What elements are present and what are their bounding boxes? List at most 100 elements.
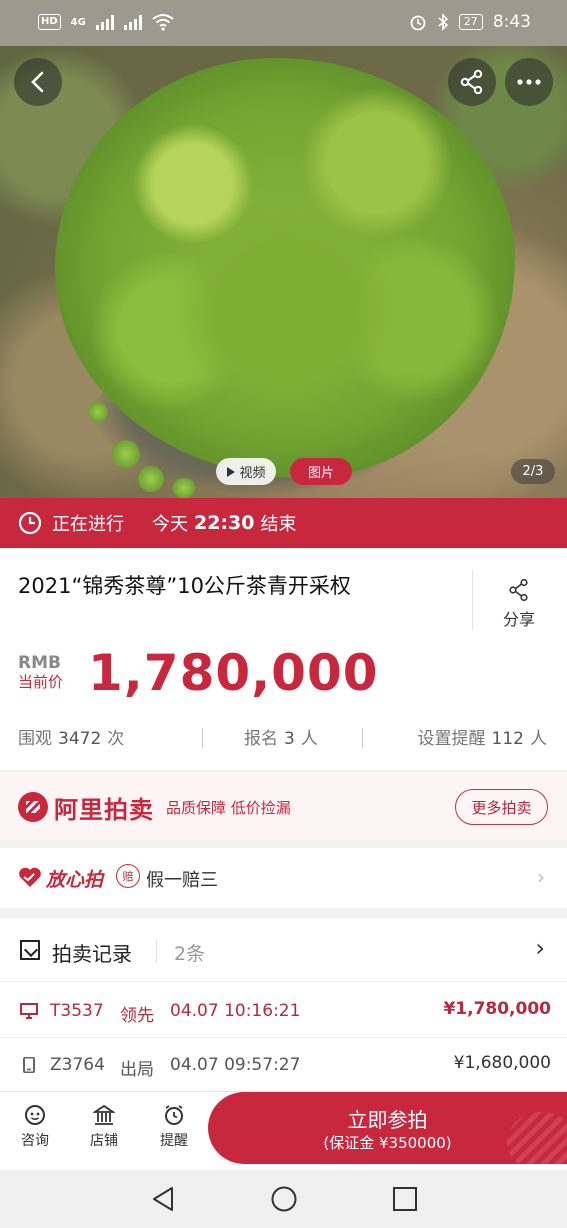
remind-stat[interactable]: 设置提醒 112 人 (418, 724, 547, 749)
consult-tab[interactable]: 咨询 (10, 1104, 60, 1150)
video-label: 视频 (239, 466, 266, 481)
views-value: 3472 (58, 729, 102, 749)
shop-tab[interactable]: 店铺 (79, 1104, 129, 1150)
back-button[interactable] (14, 58, 62, 106)
records-icon (20, 940, 40, 960)
heart-icon (19, 867, 41, 887)
chevron-right-icon: › (535, 934, 545, 962)
network-type: 4G (70, 16, 86, 28)
share-label: 分享 (502, 610, 535, 629)
consult-label: 咨询 (21, 1133, 49, 1149)
nav-home-icon[interactable] (270, 1185, 298, 1213)
divider (202, 728, 203, 748)
more-auctions-button[interactable]: 更多拍卖 (455, 789, 548, 825)
end-time: 22:30 (194, 512, 255, 534)
remind-label: 设置提醒 (417, 729, 486, 749)
ali-auction-tagline: 品质保障 低价捡漏 (166, 799, 291, 817)
price-label-block: RMB 当前价 (18, 654, 63, 692)
signup-label: 报名 (244, 729, 278, 749)
bidder-id: Z3764 (50, 1055, 105, 1075)
remind-tab-label: 提醒 (160, 1133, 188, 1149)
auction-status-bar: 正在进行 今天 22:30 结束 (0, 498, 567, 548)
shop-label: 店铺 (90, 1133, 118, 1149)
ali-auction-banner: 阿里拍卖 品质保障 低价捡漏 更多拍卖 (0, 772, 567, 840)
ali-auction-name: 阿里拍卖 (54, 796, 154, 824)
share-icon (460, 69, 483, 95)
signal-2-icon (123, 14, 142, 30)
shop-icon (93, 1104, 115, 1125)
play-icon (227, 466, 236, 477)
share-icon (509, 578, 528, 602)
auction-status: 正在进行 (52, 514, 124, 535)
video-tab[interactable]: 视频 (216, 458, 276, 485)
alarm-clock-icon (165, 1105, 183, 1125)
signup-value: 3 (284, 729, 295, 749)
guarantee-text: 假一赔三 (146, 870, 218, 891)
remind-unit: 人 (530, 729, 547, 749)
share-button[interactable]: 分享 (490, 578, 548, 630)
hd-icon: HD (38, 14, 61, 30)
bid-time: 04.07 10:16:21 (170, 1001, 301, 1021)
hero-bush (138, 466, 164, 492)
stats-row: 围观 3472 次 报名 3 人 设置提醒 112 人 (0, 724, 567, 754)
item-info-card: 2021“锦秀茶尊”10公斤茶青开采权 分享 RMB 当前价 1,780,000… (0, 548, 567, 770)
nav-back-icon[interactable] (150, 1185, 176, 1213)
bid-state: 领先 (120, 1006, 154, 1026)
record-row: T3537 领先 04.07 10:16:21 ¥1,780,000 (0, 986, 567, 1038)
hero-bush (88, 402, 108, 422)
hero-bush (172, 478, 196, 498)
records-header[interactable]: 拍卖记录 2条 › (0, 918, 567, 982)
signup-unit: 人 (300, 729, 318, 749)
remind-tab[interactable]: 提醒 (149, 1104, 199, 1150)
more-options-button[interactable] (505, 58, 553, 106)
alarm-icon (410, 15, 426, 31)
bluetooth-icon (438, 13, 448, 31)
views-unit: 次 (107, 729, 125, 749)
wifi-icon (152, 14, 174, 31)
bidder-id: T3537 (50, 1001, 104, 1021)
deposit-label: (保证金 ¥350000) (323, 1134, 452, 1152)
divider (362, 728, 363, 748)
guarantee-row[interactable]: 放心拍 赔 假一赔三 › (0, 848, 567, 908)
hero-bush (112, 440, 140, 468)
nav-recents-icon[interactable] (392, 1186, 418, 1212)
back-arrow-icon (31, 71, 44, 93)
item-title: 2021“锦秀茶尊”10公斤茶青开采权 (18, 574, 351, 598)
ali-auction-logo-icon (18, 792, 48, 822)
currency-label: RMB (18, 653, 61, 673)
views-stat: 围观 3472 次 (18, 724, 124, 749)
clock: 8:43 (492, 12, 531, 32)
chat-face-icon (25, 1105, 45, 1125)
guarantee-name: 放心拍 (46, 869, 104, 891)
battery-icon: 27 (458, 14, 483, 30)
divider (156, 940, 157, 962)
mobile-icon (23, 1057, 35, 1073)
more-dots-icon (517, 79, 541, 85)
views-label: 围观 (18, 729, 52, 749)
bid-state: 出局 (120, 1060, 154, 1080)
bid-time: 04.07 09:57:27 (170, 1055, 301, 1075)
status-bar: HD 4G 27 8:43 (0, 0, 567, 46)
record-row: Z3764 出局 04.07 09:57:27 ¥1,680,000 (0, 1040, 567, 1092)
share-top-button[interactable] (448, 58, 496, 106)
photo-tab[interactable]: 图片 (290, 458, 352, 485)
current-price-label: 当前价 (18, 673, 64, 691)
remind-value: 112 (491, 729, 524, 749)
current-price: 1,780,000 (88, 644, 379, 702)
signup-stat: 报名 3 人 (244, 724, 318, 749)
bid-now-label: 立即参拍 (347, 1108, 428, 1132)
desktop-icon (20, 1003, 38, 1019)
system-nav-bar (0, 1170, 567, 1228)
auction-records: 拍卖记录 2条 › T3537 领先 04.07 10:16:21 ¥1,780… (0, 918, 567, 1098)
bid-now-button[interactable]: 立即参拍 (保证金 ¥350000) (208, 1092, 567, 1164)
records-title: 拍卖记录 (52, 942, 132, 966)
end-day: 今天 (152, 514, 188, 535)
photo-label: 图片 (307, 466, 334, 481)
bid-amount: ¥1,780,000 (443, 999, 551, 1019)
divider (472, 570, 473, 630)
end-label: 结束 (260, 514, 297, 535)
chevron-right-icon: › (537, 865, 545, 889)
hero-image[interactable]: 视频 图片 2/3 (0, 46, 567, 498)
compensation-badge-icon: 赔 (116, 864, 140, 888)
records-count: 2条 (174, 943, 206, 965)
